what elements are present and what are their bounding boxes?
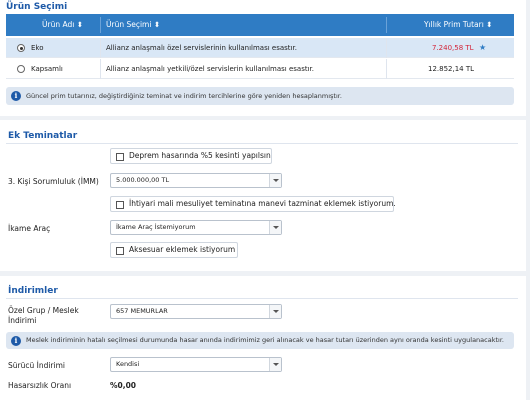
section-divider xyxy=(6,143,518,144)
section-divider xyxy=(6,298,518,299)
ihtiyari-checkbox[interactable]: İhtiyari mali mesuliyet teminatına manev… xyxy=(110,196,396,212)
ek-teminatlar-panel: Ek Teminatlar Deprem hasarında %5 kesint… xyxy=(0,120,526,271)
product-description: Allianz anlaşmalı yetkili/özel servisler… xyxy=(106,65,315,73)
table-row[interactable]: Eko Allianz anlaşmalı özel servislerinin… xyxy=(6,38,514,58)
imm-select-value: 5.000.000,00 TL xyxy=(116,176,170,184)
ek-teminatlar-title: Ek Teminatlar xyxy=(8,131,78,141)
aksesuar-checkbox[interactable]: Aksesuar eklemek istiyorum xyxy=(110,242,238,258)
radio-kapsamli[interactable] xyxy=(17,65,25,73)
cell-separator xyxy=(386,38,387,58)
hasarsizlik-label: Hasarsızlık Oranı xyxy=(8,381,72,390)
product-description: Allianz anlaşmalı özel servislerinin kul… xyxy=(106,44,297,52)
meslek-info-banner: i Meslek indiriminin hatalı seçilmesi du… xyxy=(6,332,514,349)
cell-separator xyxy=(386,59,387,79)
chevron-down-icon[interactable] xyxy=(269,221,281,234)
surucu-label: Sürücü İndirimi xyxy=(8,361,65,370)
ikame-select[interactable]: İkame Araç İstemiyorum xyxy=(110,220,282,235)
chevron-down-icon[interactable] xyxy=(269,174,281,187)
cell-separator xyxy=(100,59,101,79)
chevron-down-icon[interactable] xyxy=(269,358,281,371)
checkbox-box[interactable] xyxy=(116,246,124,255)
deprem-checkbox[interactable]: Deprem hasarında %5 kesinti yapılsın xyxy=(110,148,272,164)
info-text: Meslek indiriminin hatalı seçilmesi duru… xyxy=(26,336,504,344)
aksesuar-checkbox-label: Aksesuar eklemek istiyorum xyxy=(129,245,236,254)
surucu-select[interactable]: Kendisi xyxy=(110,357,282,372)
radio-eko[interactable] xyxy=(17,44,25,52)
grup-label-line2: İndirimi xyxy=(8,316,37,325)
imm-label: 3. Kişi Sorumluluk (İMM) xyxy=(8,177,99,186)
column-separator xyxy=(386,17,387,33)
column-urun-adi[interactable]: Ürün Adı ⬍ xyxy=(42,14,83,36)
ihtiyari-checkbox-label: İhtiyari mali mesuliyet teminatına manev… xyxy=(129,199,396,208)
cell-separator xyxy=(100,38,101,58)
table-row[interactable]: Kapsamlı Allianz anlaşmalı yetkili/özel … xyxy=(6,59,514,79)
product-price: 12.852,14 TL xyxy=(428,65,475,73)
star-icon: ★ xyxy=(479,43,487,52)
hasarsizlik-value: %0,00 xyxy=(110,381,137,390)
imm-select[interactable]: 5.000.000,00 TL xyxy=(110,173,282,188)
indirimler-title: İndirimler xyxy=(8,286,58,296)
info-icon: i xyxy=(11,335,21,346)
checkbox-box[interactable] xyxy=(116,152,124,161)
info-text: Güncel prim tutarınız, değiştirdiğiniz t… xyxy=(26,92,342,100)
surucu-select-value: Kendisi xyxy=(116,360,140,368)
indirimler-panel: İndirimler Özel Grup / Meslek İndirimi 6… xyxy=(0,276,526,400)
column-separator xyxy=(100,17,101,33)
grup-select-value: 657 MEMURLAR xyxy=(116,307,168,315)
deprem-checkbox-label: Deprem hasarında %5 kesinti yapılsın xyxy=(129,151,271,160)
product-price: 7.240,58 TL xyxy=(432,44,474,52)
prim-info-banner: i Güncel prim tutarınız, değiştirdiğiniz… xyxy=(6,87,514,105)
urun-secimi-title: Ürün Seçimi xyxy=(6,2,68,12)
product-name: Kapsamlı xyxy=(31,65,63,73)
checkbox-box[interactable] xyxy=(116,200,124,209)
product-table-header: Ürün Adı ⬍ Ürün Seçimi ⬍ Yıllık Prim Tut… xyxy=(6,14,514,36)
column-urun-secimi[interactable]: Ürün Seçimi ⬍ xyxy=(106,14,160,36)
grup-label-line1: Özel Grup / Meslek xyxy=(8,306,79,315)
product-name: Eko xyxy=(31,44,44,52)
ikame-label: İkame Araç xyxy=(8,224,51,233)
column-yillik-prim[interactable]: Yıllık Prim Tutarı ⬍ xyxy=(424,14,492,36)
ikame-select-value: İkame Araç İstemiyorum xyxy=(116,223,196,231)
chevron-down-icon[interactable] xyxy=(269,305,281,318)
urun-secimi-panel: Ürün Seçimi Ürün Adı ⬍ Ürün Seçimi ⬍ Yıl… xyxy=(0,0,526,116)
grup-select[interactable]: 657 MEMURLAR xyxy=(110,304,282,319)
info-icon: i xyxy=(11,91,21,101)
